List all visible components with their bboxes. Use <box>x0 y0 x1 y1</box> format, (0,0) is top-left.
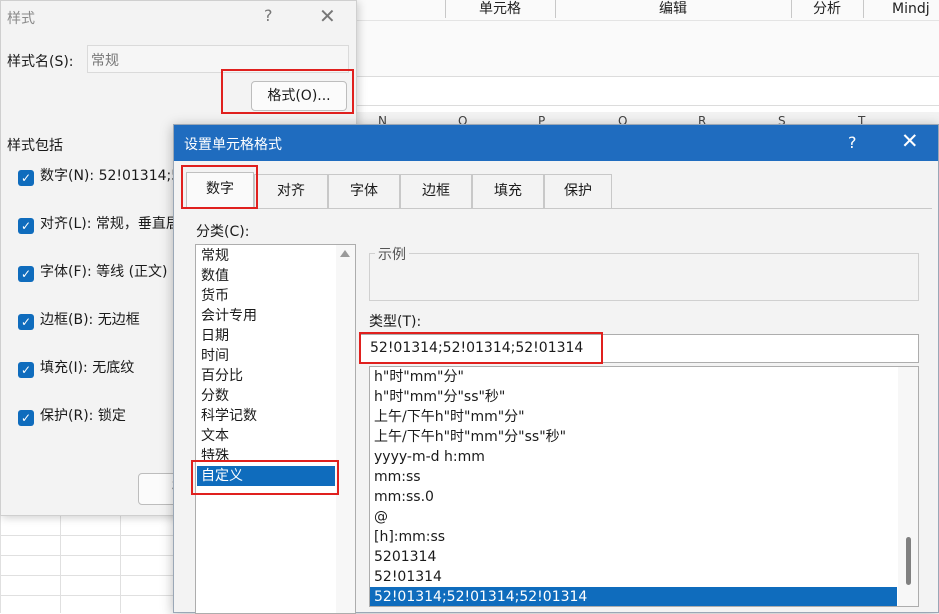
sample-label: 示例 <box>375 244 409 264</box>
ribbon-group-analysis[interactable]: 分析 <box>791 0 863 18</box>
category-label: 分类(C): <box>196 224 250 240</box>
sample-group <box>369 253 919 301</box>
ribbon-group-cells[interactable]: 单元格 <box>445 0 555 18</box>
format-cells-dialog: 设置单元格格式 ? ✕ 数字 对齐 字体 边框 填充 保护 分类(C): 常规 … <box>173 124 939 614</box>
list-item[interactable]: 会计专用 <box>197 306 335 326</box>
scroll-up-arrow-icon[interactable] <box>340 250 350 257</box>
list-item-selected[interactable]: 52!01314;52!01314;52!01314 <box>370 587 897 606</box>
checkbox-checked-icon[interactable]: ✓ <box>18 266 34 282</box>
category-list[interactable]: 常规 数值 货币 会计专用 日期 时间 百分比 分数 科学记数 文本 特殊 自定… <box>195 244 356 614</box>
check-label: 数字(N): 52!01314;5 <box>40 168 181 184</box>
dialog-title: 样式 <box>7 11 35 27</box>
list-item[interactable]: 文本 <box>197 426 335 446</box>
list-item[interactable]: 上午/下午h"时"mm"分" <box>370 407 897 427</box>
check-number[interactable]: ✓ 数字(N): 52!01314;5 <box>18 165 181 186</box>
list-item[interactable]: 常规 <box>197 246 335 266</box>
tab-border[interactable]: 边框 <box>400 174 472 208</box>
type-input[interactable]: 52!01314;52!01314;52!01314 <box>359 334 919 363</box>
check-protection[interactable]: ✓ 保护(R): 锁定 <box>18 405 126 426</box>
list-item[interactable]: 52!01314 <box>370 567 897 587</box>
list-item[interactable]: 上午/下午h"时"mm"分"ss"秒" <box>370 427 897 447</box>
check-alignment[interactable]: ✓ 对齐(L): 常规，垂直居 <box>18 213 180 234</box>
checkbox-checked-icon[interactable]: ✓ <box>18 410 34 426</box>
sheet-grid[interactable] <box>0 515 180 613</box>
formula-bar[interactable] <box>356 76 939 106</box>
list-item[interactable]: yyyy-m-d h:mm <box>370 447 897 467</box>
tab-alignment[interactable]: 对齐 <box>254 174 328 208</box>
style-includes-label: 样式包括 <box>7 138 63 154</box>
type-label: 类型(T): <box>369 314 422 330</box>
list-item[interactable]: 日期 <box>197 326 335 346</box>
list-item[interactable]: mm:ss <box>370 467 897 487</box>
scrollbar[interactable] <box>898 367 918 606</box>
format-code-list[interactable]: h"时"mm"分" h"时"mm"分"ss"秒" 上午/下午h"时"mm"分" … <box>369 366 919 607</box>
help-icon[interactable]: ? <box>848 133 857 152</box>
scrollbar[interactable] <box>336 245 355 613</box>
scrollbar-thumb[interactable] <box>906 537 911 585</box>
tab-number[interactable]: 数字 <box>186 172 254 209</box>
tab-fill[interactable]: 填充 <box>472 174 544 208</box>
list-item[interactable]: 科学记数 <box>197 406 335 426</box>
list-item[interactable]: mm:ss.0 <box>370 487 897 507</box>
checkbox-checked-icon[interactable]: ✓ <box>18 362 34 378</box>
tab-protection[interactable]: 保护 <box>544 174 612 208</box>
ribbon-group-editing[interactable]: 编辑 <box>555 0 791 18</box>
checkbox-checked-icon[interactable]: ✓ <box>18 314 34 330</box>
list-item[interactable]: @ <box>370 507 897 527</box>
list-item[interactable]: 百分比 <box>197 366 335 386</box>
close-icon[interactable]: ✕ <box>901 129 919 153</box>
ribbon-separator <box>863 0 864 18</box>
check-fill[interactable]: ✓ 填充(I): 无底纹 <box>18 357 135 378</box>
checkbox-checked-icon[interactable]: ✓ <box>18 218 34 234</box>
list-item[interactable]: 特殊 <box>197 446 335 466</box>
ribbon-group-mindj[interactable]: Mindj <box>892 0 939 18</box>
list-item[interactable]: 时间 <box>197 346 335 366</box>
list-item[interactable]: 数值 <box>197 266 335 286</box>
check-label: 对齐(L): 常规，垂直居 <box>40 216 180 232</box>
checkbox-checked-icon[interactable]: ✓ <box>18 170 34 186</box>
dialog-title: 设置单元格格式 <box>184 137 282 153</box>
list-item[interactable]: h"时"mm"分" <box>370 367 897 387</box>
ribbon-divider <box>356 20 939 21</box>
list-item[interactable]: 5201314 <box>370 547 897 567</box>
list-item-selected[interactable]: 自定义 <box>197 466 335 486</box>
dialog-titlebar[interactable]: 设置单元格格式 ? ✕ <box>174 125 938 161</box>
list-item[interactable]: 货币 <box>197 286 335 306</box>
help-icon[interactable]: ? <box>264 6 273 25</box>
check-label: 填充(I): 无底纹 <box>40 360 135 376</box>
check-border[interactable]: ✓ 边框(B): 无边框 <box>18 309 140 330</box>
close-icon[interactable]: ✕ <box>319 4 336 28</box>
style-name-input[interactable]: 常规 <box>87 45 349 73</box>
check-label: 边框(B): 无边框 <box>40 312 140 328</box>
check-label: 字体(F): 等线 (正文) <box>40 264 168 280</box>
format-button[interactable]: 格式(O)... <box>251 81 347 111</box>
tab-panel-border <box>182 208 932 209</box>
style-name-label: 样式名(S): <box>7 54 74 70</box>
tab-font[interactable]: 字体 <box>328 174 400 208</box>
check-font[interactable]: ✓ 字体(F): 等线 (正文) <box>18 261 168 282</box>
list-item[interactable]: h"时"mm"分"ss"秒" <box>370 387 897 407</box>
check-label: 保护(R): 锁定 <box>40 408 126 424</box>
list-item[interactable]: 分数 <box>197 386 335 406</box>
list-item[interactable]: [h]:mm:ss <box>370 527 897 547</box>
